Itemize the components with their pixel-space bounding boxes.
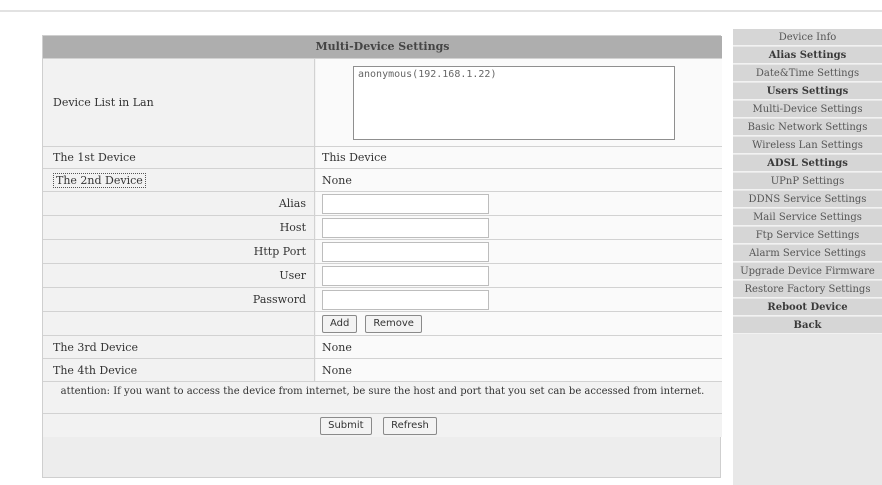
first-device-row: The 1st Device This Device — [43, 146, 722, 168]
alias-cell — [316, 192, 722, 215]
user-cell — [316, 264, 722, 287]
panel-title: Multi-Device Settings — [315, 40, 450, 53]
password-label: Password — [43, 288, 315, 311]
add-remove-row: Add Remove — [43, 311, 722, 335]
panel-header: Multi-Device Settings — [43, 36, 722, 58]
password-input[interactable] — [322, 289, 489, 310]
device-list-box[interactable]: anonymous(192.168.1.22) — [353, 66, 675, 140]
second-device-value: None — [316, 169, 722, 191]
menu-item-ddns-service-settings[interactable]: DDNS Service Settings — [733, 191, 882, 208]
submit-button[interactable]: Submit — [320, 417, 372, 435]
menu-item-adsl-settings[interactable]: ADSL Settings — [733, 155, 882, 172]
add-button[interactable]: Add — [322, 314, 358, 333]
menu-item-users-settings[interactable]: Users Settings — [733, 83, 882, 100]
menu-item-alarm-service-settings[interactable]: Alarm Service Settings — [733, 245, 882, 262]
device-list-entry[interactable]: anonymous(192.168.1.22) — [358, 69, 496, 80]
second-device-label[interactable]: The 2nd Device — [53, 172, 146, 188]
second-device-row: The 2nd Device None — [43, 168, 722, 191]
menu-item-multi-device-settings[interactable]: Multi-Device Settings — [733, 101, 882, 118]
menu-item-wireless-lan-settings[interactable]: Wireless Lan Settings — [733, 137, 882, 154]
password-row: Password — [43, 287, 722, 311]
add-remove-cell: Add Remove — [316, 312, 722, 335]
menu-item-alias-settings[interactable]: Alias Settings — [733, 47, 882, 64]
menu-item-date-time-settings[interactable]: Date&Time Settings — [733, 65, 882, 82]
menu-item-upnp-settings[interactable]: UPnP Settings — [733, 173, 882, 190]
user-label: User — [43, 264, 315, 287]
host-input[interactable] — [322, 217, 489, 238]
user-row: User — [43, 263, 722, 287]
menu-item-ftp-service-settings[interactable]: Ftp Service Settings — [733, 227, 882, 244]
menu-item-reboot-device[interactable]: Reboot Device — [733, 299, 882, 316]
menu-item-restore-factory-settings[interactable]: Restore Factory Settings — [733, 281, 882, 298]
host-label: Host — [43, 216, 315, 239]
notice-row: attention: If you want to access the dev… — [43, 381, 722, 413]
host-row: Host — [43, 215, 722, 239]
menu-item-device-info[interactable]: Device Info — [733, 29, 882, 46]
alias-row: Alias — [43, 191, 722, 215]
third-device-label: The 3rd Device — [43, 336, 315, 358]
top-divider — [0, 10, 882, 12]
second-device-label-cell: The 2nd Device — [43, 169, 315, 191]
submit-row: Submit Refresh — [43, 413, 722, 437]
host-cell — [316, 216, 722, 239]
http-port-input[interactable] — [322, 241, 489, 262]
menu-item-back[interactable]: Back — [733, 317, 882, 334]
fourth-device-label: The 4th Device — [43, 359, 315, 381]
fourth-device-row: The 4th Device None — [43, 358, 722, 381]
fourth-device-value: None — [316, 359, 722, 381]
http-port-label: Http Port — [43, 240, 315, 263]
password-cell — [316, 288, 722, 311]
internet-access-notice: attention: If you want to access the dev… — [60, 386, 705, 397]
settings-menu: Device Info Alias Settings Date&Time Setti… — [733, 29, 882, 485]
alias-label: Alias — [43, 192, 315, 215]
alias-input[interactable] — [322, 193, 489, 214]
device-list-label: Device List in Lan — [43, 59, 315, 146]
refresh-button[interactable]: Refresh — [383, 417, 437, 435]
menu-item-mail-service-settings[interactable]: Mail Service Settings — [733, 209, 882, 226]
third-device-value: None — [316, 336, 722, 358]
multi-device-settings-panel: Multi-Device Settings Device List in Lan… — [42, 35, 722, 478]
http-port-cell — [316, 240, 722, 263]
user-input[interactable] — [322, 265, 489, 286]
add-remove-label-cell — [43, 312, 315, 335]
menu-item-upgrade-device-firmware[interactable]: Upgrade Device Firmware — [733, 263, 882, 280]
http-port-row: Http Port — [43, 239, 722, 263]
remove-button[interactable]: Remove — [365, 314, 422, 333]
first-device-value: This Device — [316, 147, 722, 168]
first-device-label: The 1st Device — [43, 147, 315, 168]
menu-item-basic-network-settings[interactable]: Basic Network Settings — [733, 119, 882, 136]
third-device-row: The 3rd Device None — [43, 335, 722, 358]
